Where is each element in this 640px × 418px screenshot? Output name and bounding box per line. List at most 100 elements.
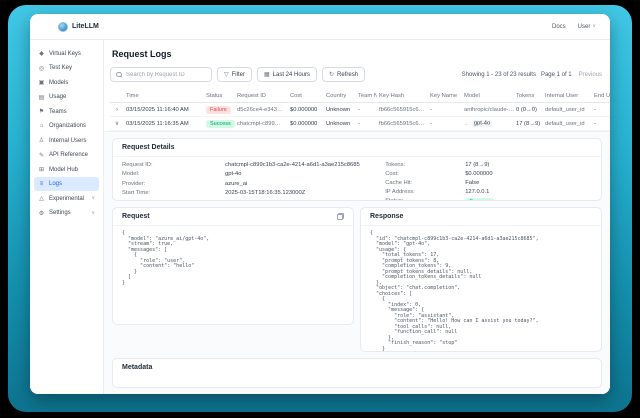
response-json: { "id": "chatcmpl-c899c1b3-ca2e-4214-a6d… [361,226,601,351]
detail-label: Provider: [122,181,225,187]
logs-table: Time Status Request ID Cost Country Team… [110,90,610,131]
filter-button[interactable]: ▽ Filter [217,67,252,82]
page-indicator: Page 1 of 1 [541,72,572,78]
sidebar-item-teams[interactable]: ⚑ Teams [34,105,99,119]
user-menu[interactable]: User ∨ [578,24,596,30]
brand[interactable]: LiteLLM [58,22,99,32]
column-header-internal-user[interactable]: Internal User [543,90,592,103]
search-box[interactable] [110,67,212,82]
column-header-request-id[interactable]: Request ID [235,90,288,103]
request-panel-title: Request [122,213,150,220]
response-panel: Response { "id": "chatcmpl-c899c1b3-ca2e… [360,207,602,352]
models-icon: ▣ [38,79,45,86]
detail-label: End Time: [122,200,225,201]
detail-value-status: Success [465,198,592,201]
sidebar-item-logs[interactable]: ≡ Logs [34,177,99,191]
user-menu-label: User [578,24,591,30]
sidebar-item-api-reference[interactable]: ✎ API Reference [34,148,99,162]
toolbar: ▽ Filter ▦ Last 24 Hours ↻ Refresh Showi… [104,67,610,90]
expand-column-header [110,90,124,103]
cell-status: Success [204,117,235,131]
table-row[interactable]: ∨ 03/15/2025 11:16:35 AM Success chatcmp… [110,117,610,131]
sidebar-item-experimental[interactable]: △ Experimental ∨ [34,192,99,206]
refresh-button[interactable]: ↻ Refresh [322,67,365,82]
detail-label: Cache Hit: [385,180,465,186]
column-header-status[interactable]: Status [204,90,235,103]
cell-time: 03/15/2025 11:16:35 AM [124,117,204,131]
detail-value-request-id: chatcmpl-c899c1b3-ca2e-4214-a6d1-a3ae215… [225,162,385,168]
sidebar-item-label: Virtual Keys [49,51,81,57]
sidebar-item-usage[interactable]: ▤ Usage [34,90,99,104]
status-badge: Success [465,198,494,201]
refresh-icon: ↻ [329,72,334,78]
column-header-end-user[interactable]: End User [592,90,610,103]
sidebar-item-test-key[interactable]: ◎ Test Key [34,61,99,75]
internal-users-icon: ♙ [38,137,45,144]
metadata-title: Metadata [122,364,152,371]
model-provider-icon: ← [464,121,470,127]
usage-icon: ▤ [38,94,45,101]
detail-label: Tokens: [385,162,465,168]
column-header-key-hash[interactable]: Key Hash [377,90,428,103]
sidebar-item-settings[interactable]: ⚙ Settings ∨ [34,206,99,220]
sidebar-item-internal-users[interactable]: ♙ Internal Users [34,134,99,148]
column-header-team-name[interactable]: Team Name [356,90,377,103]
cell-request-id: d5c26ce4-e343… [235,103,288,117]
request-details-title: Request Details [122,144,175,151]
calendar-icon: ▦ [264,72,270,78]
request-json: { "model": "azure_ai/gpt-4o", "stream": … [113,226,353,324]
detail-label: IP Address: [385,189,465,195]
sidebar-item-label: Teams [49,109,67,115]
column-header-key-name[interactable]: Key Name [428,90,462,103]
app-header: LiteLLM Docs User ∨ [30,14,610,40]
sidebar-item-model-hub[interactable]: ⊞ Model Hub [34,163,99,177]
sidebar-item-virtual-keys[interactable]: ◆ Virtual Keys [34,47,99,61]
detail-value-cost: $0.000000 [465,171,592,177]
sidebar-item-label: Model Hub [49,167,78,173]
column-header-country[interactable]: Country [324,90,356,103]
sidebar-item-models[interactable]: ▣ Models [34,76,99,90]
cell-model: ←gpt-4o [462,117,514,131]
column-header-cost[interactable]: Cost [288,90,324,103]
detail-value-start-time: 2025-03-15T18:16:35.123000Z [225,190,385,196]
table-row[interactable]: › 03/15/2025 11:16:40 AM Failure d5c26ce… [110,103,610,117]
column-header-model[interactable]: Model [462,90,514,103]
expand-row-chevron-right-icon[interactable]: › [110,103,124,117]
detail-label: Start Time: [122,190,225,196]
time-range-button[interactable]: ▦ Last 24 Hours [257,67,317,82]
cell-key-name: - [428,103,462,117]
sidebar: ◆ Virtual Keys ◎ Test Key ▣ Models ▤ Usa… [30,40,104,394]
sidebar-item-organizations[interactable]: ⌂ Organizations [34,119,99,133]
cell-request-id: chatcmpl-c899… [235,117,288,131]
cell-cost: $0.000000 [288,117,324,131]
experimental-icon: △ [38,195,45,202]
chevron-down-icon: ∨ [592,24,596,29]
cell-tokens: 0 (0→0) [514,103,543,117]
detail-label: Status: [385,198,465,201]
collapse-row-chevron-down-icon[interactable]: ∨ [110,117,124,131]
cell-cost: $0.000000 [288,103,324,117]
column-header-time[interactable]: Time [124,90,204,103]
column-header-tokens[interactable]: Tokens [514,90,543,103]
test-key-icon: ◎ [38,65,45,72]
response-panel-title: Response [370,213,403,220]
time-range-label: Last 24 Hours [273,72,310,78]
organizations-icon: ⌂ [38,123,45,129]
logs-icon: ≡ [38,181,45,187]
status-badge: Failure [206,106,231,114]
cell-internal-user: default_user_id [543,103,592,117]
detail-value-end-time: 2025-03-15T18:16:36.228000Z [225,200,385,201]
copy-icon[interactable] [337,213,344,220]
chevron-down-icon: ∨ [91,211,95,216]
teams-icon: ⚑ [38,108,45,115]
detail-value-provider: azure_ai [225,181,385,187]
cell-tokens: 17 (8→9) [514,117,543,131]
cell-time: 03/15/2025 11:16:40 AM [124,103,204,117]
status-badge: Success [206,120,235,128]
previous-page-button[interactable]: Previous [577,72,604,78]
search-input[interactable] [126,72,206,78]
docs-link[interactable]: Docs [552,24,566,30]
detail-label: Model: [122,171,225,177]
cell-internal-user: default_user_id [543,117,592,131]
logs-table-wrap: Time Status Request ID Cost Country Team… [104,90,610,131]
